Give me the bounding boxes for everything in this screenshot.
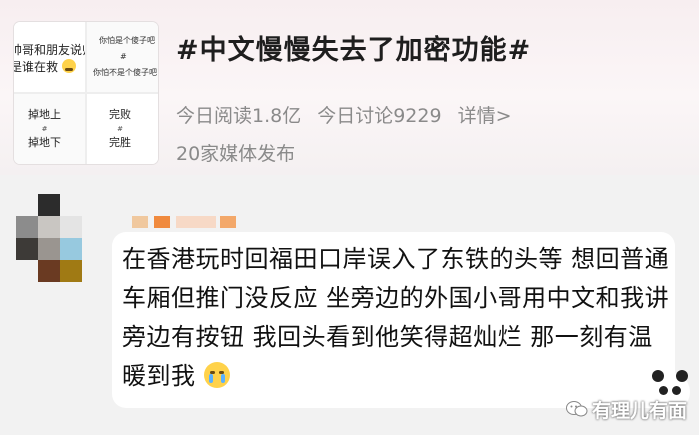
comment-text-block: 在香港玩时回福田口岸误入了东铁的头等 想回普通车厢但推门没反应 坐旁边的外国小哥…: [122, 240, 670, 396]
crying-face-icon: [203, 362, 230, 388]
panel-4-line-2: 完胜: [109, 136, 131, 149]
panel-4-separator: #: [117, 125, 123, 133]
details-link[interactable]: 详情>: [458, 105, 512, 127]
avatar-pixel: [38, 194, 60, 216]
thumbnail-panel-1: 帅哥和朋友说帅 是谁在救: [14, 22, 94, 92]
avatar-pixel: [38, 216, 60, 238]
media-count: 20家媒体发布: [176, 143, 296, 165]
topic-thumbnail[interactable]: 帅哥和朋友说帅 是谁在救 你怕是个傻子吧 # 你怕不是个傻子吧 掉地上 # 掉地…: [14, 22, 158, 164]
panel-2-separator: #: [120, 52, 127, 61]
avatar-pixel: [60, 260, 82, 282]
discussion-count: 今日讨论9229: [317, 105, 442, 127]
thumbnail-panel-3: 掉地上 # 掉地下: [14, 94, 85, 164]
panel-2-line-1: 你怕是个傻子吧: [99, 36, 155, 45]
panel-1-line-2: 是谁在救: [14, 60, 59, 74]
avatar-pixel: [16, 216, 38, 238]
username-pixel: [176, 216, 216, 228]
thumbnail-divider-horizontal: [14, 92, 158, 94]
username-pixel: [220, 216, 236, 228]
thumbnail-panel-2: 你怕是个傻子吧 # 你怕不是个傻子吧: [87, 22, 158, 92]
panel-2-line-2: 你怕不是个傻子吧: [93, 68, 157, 77]
avatar-pixel: [16, 238, 38, 260]
avatar-pixel: [60, 216, 82, 238]
watermark-text: 有理儿有面: [592, 400, 688, 422]
topic-title[interactable]: #中文慢慢失去了加密功能#: [176, 28, 531, 67]
comment-text: 在香港玩时回福田口岸误入了东铁的头等 想回普通车厢但推门没反应 坐旁边的外国小哥…: [122, 245, 670, 390]
thumbnail-panel-4: 完败 # 完胜: [87, 94, 158, 164]
panel-3-separator: #: [41, 125, 48, 133]
panel-3-text: 掉地上 # 掉地下: [28, 108, 61, 150]
avatar-pixel: [38, 260, 60, 282]
topic-header: 帅哥和朋友说帅 是谁在救 你怕是个傻子吧 # 你怕不是个傻子吧 掉地上 # 掉地…: [0, 0, 699, 175]
username-pixel: [132, 216, 148, 228]
panel-4-text: 完败 # 完胜: [109, 108, 131, 150]
thumbnail-panel-1-text: 帅哥和朋友说帅 是谁在救: [14, 42, 94, 76]
panel-1-line-1: 帅哥和朋友说帅: [14, 43, 95, 57]
read-count: 今日阅读1.8亿: [176, 105, 302, 127]
avatar-pixel: [38, 238, 60, 260]
panel-3-line-1: 掉地上: [28, 108, 61, 121]
avatar-pixel: [60, 238, 82, 260]
wechat-icon: [566, 401, 588, 417]
panel-4-line-1: 完败: [109, 108, 131, 121]
panel-3-line-2: 掉地下: [28, 136, 61, 149]
avatar[interactable]: [16, 194, 82, 284]
username-redacted[interactable]: [132, 216, 242, 228]
smile-emoji-icon: [61, 59, 76, 73]
username-pixel: [154, 216, 170, 228]
topic-stats: 今日阅读1.8亿 今日讨论9229 详情>: [176, 101, 512, 128]
